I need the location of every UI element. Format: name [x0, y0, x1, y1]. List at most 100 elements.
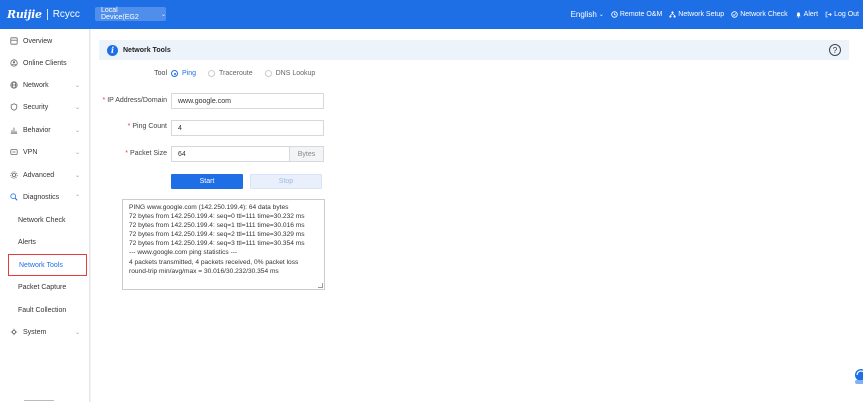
logout-icon — [825, 11, 832, 18]
help-icon[interactable]: ? — [829, 44, 841, 56]
start-button[interactable]: Start — [171, 174, 243, 189]
ping-count-input[interactable]: 4 — [171, 120, 324, 136]
output-line: 72 bytes from 142.250.199.4: seq=1 ttl=1… — [129, 222, 305, 230]
address-label-text: IP Address/Domain — [107, 97, 167, 104]
sidebar-item-label: Behavior — [23, 126, 51, 134]
product-name: Rcycc — [52, 9, 80, 20]
sidebar-item-label: Advanced — [23, 171, 55, 179]
remote-om-button[interactable]: Remote O&M — [611, 11, 662, 18]
ping-count-label: * Ping Count — [95, 123, 167, 130]
sidebar-item-network[interactable]: Network ⌄ — [0, 74, 90, 96]
device-select-label: Local Device(EG2 — [101, 7, 139, 21]
sidebar-subitem-label: Fault Collection — [18, 306, 67, 314]
logout-button[interactable]: Log Out — [825, 11, 859, 18]
top-bar: Ruijie Rcycc Local Device(EG2 ⌄ English … — [0, 0, 863, 29]
stop-button[interactable]: Stop — [250, 174, 322, 189]
radio-traceroute[interactable]: Traceroute — [208, 70, 253, 77]
network-setup-label: Network Setup — [678, 11, 725, 18]
sidebar-subitem-label: Network Check — [18, 216, 66, 224]
tool-radio-group: Ping Traceroute DNS Lookup — [171, 70, 315, 77]
chevron-down-icon: ⌄ — [74, 104, 80, 111]
sidebar-subitem-fault-collection[interactable]: Fault Collection — [0, 299, 90, 321]
sidebar-item-behavior[interactable]: Behavior ⌄ — [0, 119, 90, 141]
sidebar-item-security[interactable]: Security ⌄ — [0, 96, 90, 118]
packet-size-input[interactable]: 64 — [171, 146, 290, 162]
required-mark: * — [127, 123, 131, 130]
network-check-label: Network Check — [740, 11, 788, 18]
globe-icon — [9, 81, 18, 90]
sidebar-subitem-label: Alerts — [18, 238, 36, 246]
radio-ping[interactable]: Ping — [171, 70, 196, 77]
packet-size-value: 64 — [178, 150, 186, 158]
packet-size-label-text: Packet Size — [130, 150, 167, 157]
shield-icon — [9, 103, 18, 112]
sidebar-item-overview[interactable]: Overview — [0, 30, 90, 52]
radio-label: DNS Lookup — [275, 70, 316, 77]
sidebar-item-vpn[interactable]: VPN ⌄ — [0, 141, 90, 163]
address-input[interactable]: www.google.com — [171, 93, 324, 109]
remote-om-label: Remote O&M — [619, 11, 663, 18]
sidebar-item-label: VPN — [23, 148, 38, 156]
output-line: 4 packets transmitted, 4 packets receive… — [129, 258, 299, 266]
output-line: 72 bytes from 142.250.199.4: seq=0 ttl=1… — [129, 213, 305, 221]
sidebar-subitem-packet-capture[interactable]: Packet Capture — [0, 276, 90, 298]
vpn-icon — [9, 148, 18, 157]
chevron-down-icon: ⌄ — [74, 149, 80, 156]
radio-dot — [171, 70, 178, 77]
sidebar-item-label: Diagnostics — [23, 193, 60, 201]
ping-output-textarea[interactable]: PING www.google.com (142.250.199.4): 64 … — [122, 199, 325, 290]
output-line: --- www.google.com ping statistics --- — [129, 249, 238, 257]
language-label: English — [570, 10, 597, 19]
packet-size-label: * Packet Size — [95, 150, 167, 157]
radio-dot — [208, 70, 216, 77]
sidebar-subitem-network-check[interactable]: Network Check — [0, 209, 90, 231]
system-icon — [9, 328, 18, 337]
diagnostics-icon — [9, 193, 18, 202]
radio-label: Traceroute — [219, 70, 253, 77]
sidebar-subitem-network-tools[interactable]: Network Tools — [8, 254, 87, 276]
logout-label: Log Out — [834, 11, 859, 18]
sidebar-item-label: Security — [23, 103, 49, 111]
info-icon: i — [107, 44, 118, 56]
network-setup-icon — [669, 11, 676, 18]
output-line: 72 bytes from 142.250.199.4: seq=3 ttl=1… — [129, 240, 305, 248]
output-line: round-trip min/avg/max = 30.016/30.232/3… — [129, 267, 279, 275]
clients-icon — [9, 59, 18, 68]
radio-dns-lookup[interactable]: DNS Lookup — [264, 70, 316, 77]
output-line: 72 bytes from 142.250.199.4: seq=2 ttl=1… — [129, 231, 305, 239]
brand-name: Ruijie — [7, 8, 42, 21]
chevron-down-icon: ⌄ — [160, 11, 166, 18]
sidebar-subitem-alerts[interactable]: Alerts — [0, 231, 90, 253]
sidebar: Overview Online Clients Network ⌄ Securi… — [0, 29, 90, 402]
sidebar-item-online-clients[interactable]: Online Clients — [0, 52, 90, 74]
sidebar-item-label: System — [23, 328, 47, 336]
resize-handle[interactable] — [318, 283, 323, 288]
section-title: Network Tools — [123, 46, 171, 54]
output-line: PING www.google.com (142.250.199.4): 64 … — [129, 204, 289, 211]
overview-icon — [9, 37, 18, 46]
logo: Ruijie Rcycc — [0, 8, 90, 21]
section-header: i Network Tools ? — [99, 40, 849, 60]
tool-label: Tool — [154, 70, 167, 77]
network-check-icon — [731, 11, 738, 18]
sidebar-item-system[interactable]: System ⌄ — [0, 321, 90, 343]
chevron-down-icon: ⌄ — [74, 127, 80, 134]
alert-label: Alert — [803, 11, 819, 18]
radio-label: Ping — [182, 70, 197, 77]
assistant-float-icon[interactable] — [852, 366, 863, 386]
main-content: i Network Tools ? Tool Ping Traceroute D… — [91, 29, 863, 402]
address-input-value: www.google.com — [178, 97, 231, 105]
network-setup-button[interactable]: Network Setup — [669, 11, 724, 18]
remote-icon — [611, 11, 618, 18]
network-check-button[interactable]: Network Check — [731, 11, 788, 18]
chevron-down-icon: ⌄ — [74, 329, 80, 336]
device-select[interactable]: Local Device(EG2 ⌄ — [95, 7, 166, 21]
packet-size-unit: Bytes — [290, 146, 324, 162]
sidebar-item-advanced[interactable]: Advanced ⌄ — [0, 164, 90, 186]
alert-button[interactable]: Alert — [795, 11, 818, 18]
language-select[interactable]: English ⌄ — [571, 10, 604, 19]
sidebar-item-label: Network — [23, 81, 49, 89]
gear-icon — [9, 171, 18, 180]
sidebar-item-diagnostics[interactable]: Diagnostics ⌃ — [0, 186, 90, 208]
top-nav: English ⌄ Remote O&M Network Setup Netwo… — [571, 0, 859, 29]
